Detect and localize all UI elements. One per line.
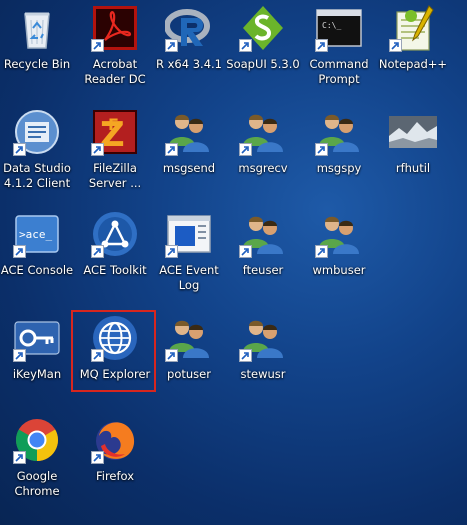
icon-label: potuser: [167, 367, 211, 381]
users-icon: [239, 314, 287, 362]
desktop-icon-wmbuser[interactable]: wmbuser: [302, 208, 376, 304]
soapui-icon: [239, 4, 287, 52]
icon-label: fteuser: [242, 263, 284, 277]
desktop-icon-msgsend[interactable]: msgsend: [152, 106, 226, 202]
acrobat-icon: [91, 4, 139, 52]
firefox-icon: [91, 416, 139, 464]
ace-event-log-icon: [165, 210, 213, 258]
desktop-icon-command-prompt[interactable]: C:\_ Command Prompt: [302, 2, 376, 98]
desktop-icon-ace-event-log[interactable]: ACE Event Log: [152, 208, 226, 304]
desktop-icon-notepad-plus[interactable]: Notepad++: [376, 2, 450, 98]
shortcut-arrow-icon: [91, 245, 104, 258]
users-icon: [315, 210, 363, 258]
ace-toolkit-icon: [91, 210, 139, 258]
svg-text:F: F: [108, 115, 119, 134]
desktop-icon-stewusr[interactable]: stewusr: [226, 312, 300, 408]
recycle-bin-icon: [13, 4, 61, 52]
chrome-icon: [13, 416, 61, 464]
r-icon: [165, 4, 213, 52]
desktop-icon-firefox[interactable]: Firefox: [78, 414, 152, 510]
icon-label: Firefox: [95, 469, 135, 483]
shortcut-arrow-icon: [315, 39, 328, 52]
desktop-icon-r[interactable]: R x64 3.4.1: [152, 2, 226, 98]
shortcut-arrow-icon: [91, 143, 104, 156]
shortcut-arrow-icon: [165, 349, 178, 362]
icon-label: ACE Toolkit: [83, 263, 147, 277]
desktop-icon-filezilla[interactable]: Z F FileZilla Server ...: [78, 106, 152, 202]
icon-label: rfhutil: [395, 161, 431, 175]
shortcut-arrow-icon: [13, 245, 26, 258]
desktop-icon-msgrecv[interactable]: msgrecv: [226, 106, 300, 202]
icon-label: wmbuser: [312, 263, 366, 277]
users-icon: [165, 108, 213, 156]
data-studio-icon: [13, 108, 61, 156]
shortcut-arrow-icon: [315, 143, 328, 156]
desktop-icon-ikeyman[interactable]: iKeyMan: [0, 312, 74, 408]
icon-label: Command Prompt: [309, 57, 369, 86]
icon-label: ACE Event Log: [159, 263, 219, 292]
shortcut-arrow-icon: [239, 39, 252, 52]
shortcut-arrow-icon: [165, 245, 178, 258]
shortcut-arrow-icon: [239, 245, 252, 258]
shortcut-arrow-icon: [165, 39, 178, 52]
icon-label: Notepad++: [378, 57, 448, 71]
svg-text:>ace_: >ace_: [19, 228, 52, 241]
command-prompt-icon: C:\_: [315, 4, 363, 52]
notepad-plus-icon: [389, 4, 437, 52]
desktop-icon-fteuser[interactable]: fteuser: [226, 208, 300, 304]
icon-label: msgspy: [316, 161, 362, 175]
shortcut-arrow-icon: [91, 39, 104, 52]
shortcut-arrow-icon: [389, 39, 402, 52]
ikeyman-icon: [13, 314, 61, 362]
icon-label: msgsend: [162, 161, 216, 175]
icon-label: msgrecv: [238, 161, 288, 175]
icon-label: Recycle Bin: [3, 57, 71, 71]
users-icon: [315, 108, 363, 156]
users-icon: [239, 210, 287, 258]
desktop-icon-acrobat[interactable]: Acrobat Reader DC: [78, 2, 152, 98]
users-icon: [165, 314, 213, 362]
icon-label: stewusr: [240, 367, 286, 381]
desktop-icon-soapui[interactable]: SoapUI 5.3.0: [226, 2, 300, 98]
shortcut-arrow-icon: [239, 143, 252, 156]
desktop-icon-recycle-bin[interactable]: Recycle Bin: [0, 2, 74, 98]
icon-label: Acrobat Reader DC: [84, 57, 146, 86]
icon-label: ACE Console: [0, 263, 74, 277]
icon-label: R x64 3.4.1: [155, 57, 222, 71]
shortcut-arrow-icon: [165, 143, 178, 156]
icon-label: Google Chrome: [14, 469, 60, 498]
desktop-icon-potuser[interactable]: potuser: [152, 312, 226, 408]
desktop-icon-ace-console[interactable]: >ace_ ACE Console: [0, 208, 74, 304]
desktop-icon-data-studio[interactable]: Data Studio 4.1.2 Client: [0, 106, 74, 202]
ace-console-icon: >ace_: [13, 210, 61, 258]
shortcut-arrow-icon: [315, 245, 328, 258]
shortcut-arrow-icon: [13, 451, 26, 464]
shortcut-arrow-icon: [239, 349, 252, 362]
svg-text:C:\_: C:\_: [322, 21, 341, 30]
icon-label: Data Studio 4.1.2 Client: [3, 161, 71, 190]
desktop: Recycle Bin Acrobat Reader DC R x64 3.4.…: [0, 0, 467, 525]
filezilla-icon: Z F: [91, 108, 139, 156]
desktop-icon-ace-toolkit[interactable]: ACE Toolkit: [78, 208, 152, 304]
rfhutil-icon: [389, 108, 437, 156]
shortcut-arrow-icon: [13, 349, 26, 362]
desktop-icon-rfhutil[interactable]: rfhutil: [376, 106, 450, 202]
shortcut-arrow-icon: [13, 143, 26, 156]
mq-explorer-highlight-box: [71, 310, 156, 392]
users-icon: [239, 108, 287, 156]
desktop-icon-msgspy[interactable]: msgspy: [302, 106, 376, 202]
desktop-icon-chrome[interactable]: Google Chrome: [0, 414, 74, 510]
icon-label: iKeyMan: [12, 367, 62, 381]
icon-label: SoapUI 5.3.0: [226, 57, 300, 71]
shortcut-arrow-icon: [91, 451, 104, 464]
icon-label: FileZilla Server ...: [88, 161, 142, 190]
